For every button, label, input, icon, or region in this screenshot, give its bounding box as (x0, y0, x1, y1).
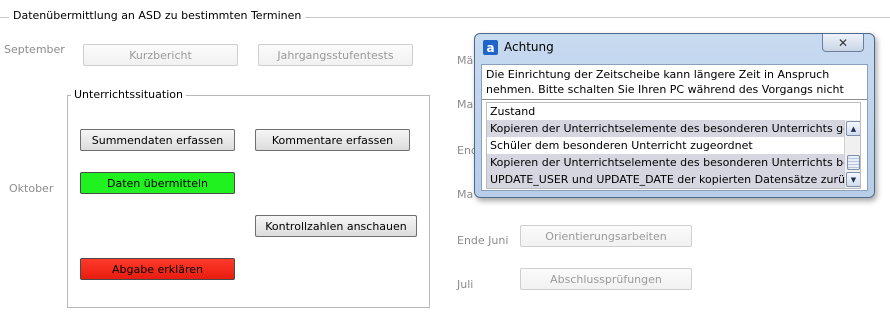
orientierungsarbeiten-button[interactable]: Orientierungsarbeiten (520, 225, 692, 247)
lower-scrollbar[interactable]: ▼ (844, 154, 860, 188)
daten-uebermitteln-button[interactable]: Daten übermitteln (80, 172, 235, 194)
dialog-separator (482, 99, 867, 100)
chevron-down-icon: ▼ (850, 175, 857, 184)
kommentare-erfassen-button[interactable]: Kommentare erfassen (255, 129, 410, 151)
dialog-title: Achtung (504, 40, 554, 54)
dialog-body: Die Einrichtung der Zeitscheibe kann län… (481, 64, 868, 191)
kurzbericht-button[interactable]: Kurzbericht (83, 44, 238, 66)
list-item[interactable]: Kopieren der Unterrichtselemente des bes… (487, 120, 844, 137)
list-item[interactable]: Schüler dem besonderen Unterricht zugeor… (487, 137, 844, 154)
month-label-ende-juni: Ende Juni (457, 234, 509, 247)
achtung-dialog: a Achtung ✕ Die Einrichtung der Zeitsche… (474, 33, 875, 198)
status-list: Zustand Kopieren der Unterrichtselemente… (486, 102, 861, 189)
scroll-up-button[interactable]: ▲ (846, 121, 860, 136)
status-list-header: Zustand (487, 103, 844, 120)
month-label-oktober: Oktober (9, 182, 54, 195)
chevron-up-icon: ▲ (850, 124, 857, 133)
unterrichtssituation-title: Unterrichtssituation (71, 88, 186, 101)
abschlusspruefungen-button[interactable]: Abschlussprüfungen (520, 268, 692, 290)
close-icon: ✕ (837, 35, 849, 50)
app-logo-icon: a (483, 40, 498, 55)
kontrollzahlen-anschauen-button[interactable]: Kontrollzahlen anschauen (255, 215, 417, 237)
abgabe-erklaeren-button[interactable]: Abgabe erklären (80, 258, 235, 280)
close-button[interactable]: ✕ (822, 34, 864, 52)
month-label-juli: Juli (457, 278, 474, 291)
scroll-down-button[interactable]: ▼ (846, 172, 860, 187)
month-label-partial-4: Ma (457, 188, 474, 201)
summendaten-erfassen-button[interactable]: Summendaten erfassen (80, 129, 235, 151)
upper-scrollbar[interactable]: ▲ (844, 120, 860, 154)
scroll-thumb[interactable] (847, 155, 860, 170)
jahrgangsstufentests-button[interactable]: Jahrgangsstufentests (258, 44, 413, 66)
transfer-group-title: Datenübermittlung an ASD zu bestimmten T… (9, 9, 306, 22)
month-label-september: September (4, 43, 65, 56)
month-label-partial-1: Mä (457, 54, 474, 67)
list-item[interactable]: Kopieren der Unterrichtselemente des bes… (487, 154, 844, 171)
month-label-partial-2: Ma (457, 98, 474, 111)
list-item[interactable]: UPDATE_USER und UPDATE_DATE der kopierte… (487, 171, 844, 188)
